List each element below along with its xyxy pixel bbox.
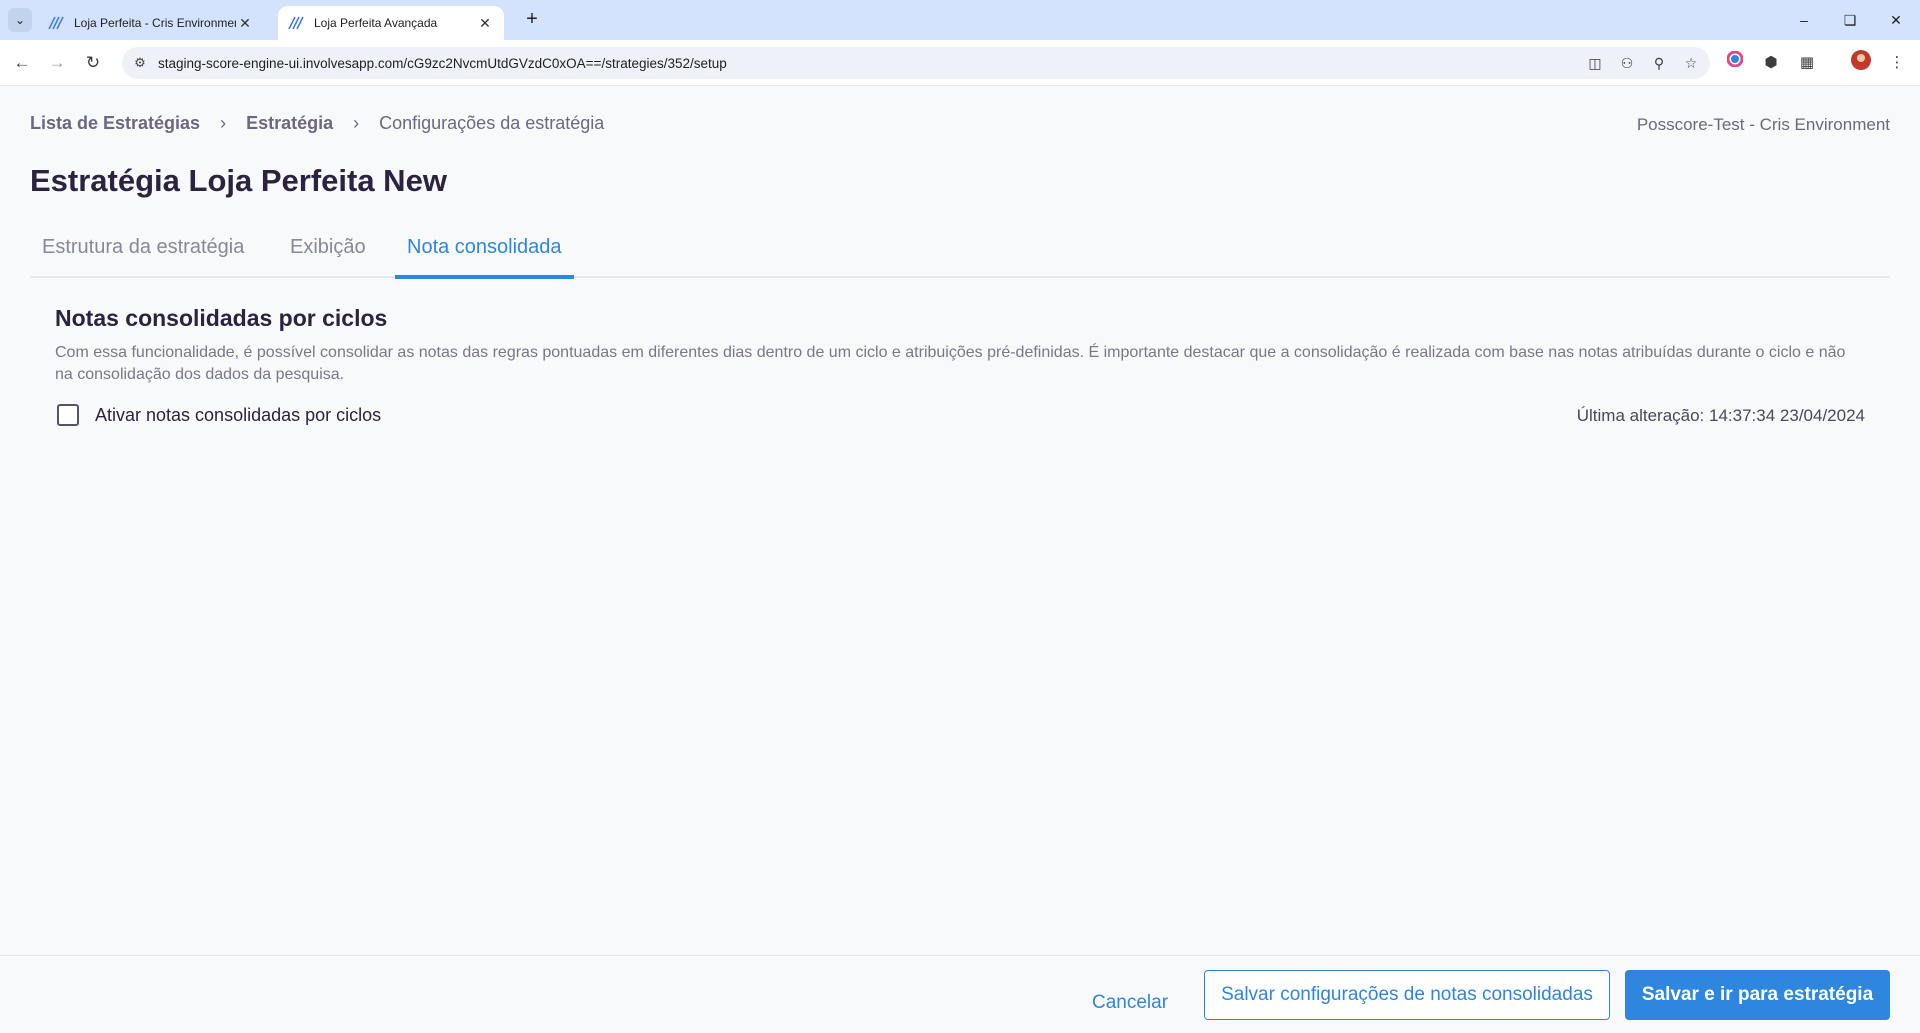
tab-list-chevron-icon[interactable]: ⌄: [8, 8, 32, 32]
strategy-tabs: Estrutura da estratégia Exibição Nota co…: [30, 232, 1890, 279]
close-icon[interactable]: ✕: [236, 15, 254, 32]
tab-nota-consolidada[interactable]: Nota consolidada: [395, 232, 574, 279]
restore-icon[interactable]: ❏: [1828, 6, 1872, 34]
chevron-right-icon: ›: [353, 113, 360, 133]
browser-tab-inactive[interactable]: Loja Perfeita - Cris Environmen ✕: [38, 6, 264, 40]
page-title: Estratégia Loja Perfeita New: [30, 163, 447, 198]
tab-estrutura[interactable]: Estrutura da estratégia: [30, 232, 256, 278]
shield-extension-icon[interactable]: ⬢: [1758, 50, 1784, 76]
last-change-timestamp: Última alteração: 14:37:34 23/04/2024: [1576, 406, 1865, 425]
install-app-icon[interactable]: ◫: [1584, 51, 1606, 75]
browser-tab-bar: ⌄ Loja Perfeita - Cris Environmen ✕ Loja…: [0, 0, 1920, 40]
window-close-icon[interactable]: ✕: [1874, 6, 1918, 34]
translate-icon[interactable]: ⚇: [1616, 51, 1638, 75]
reload-icon[interactable]: ↻: [80, 50, 106, 76]
zoom-icon[interactable]: ⚲: [1648, 51, 1670, 75]
url-text[interactable]: staging-score-engine-ui.involvesapp.com/…: [158, 56, 727, 71]
checkbox-label[interactable]: Ativar notas consolidadas por ciclos: [95, 405, 381, 426]
forward-arrow-icon[interactable]: →: [44, 50, 70, 76]
environment-label: Posscore-Test - Cris Environment: [1636, 115, 1890, 134]
tab-exibicao[interactable]: Exibição: [278, 232, 378, 278]
breadcrumb-current: Configurações da estratégia: [379, 113, 605, 133]
minimize-icon[interactable]: –: [1782, 6, 1826, 34]
back-arrow-icon[interactable]: ←: [9, 50, 35, 76]
chevron-right-icon: ›: [220, 113, 227, 133]
profile-avatar[interactable]: [1848, 50, 1874, 76]
site-settings-icon[interactable]: ⚙: [122, 55, 158, 71]
tab-title: Loja Perfeita - Cris Environmen: [74, 16, 236, 30]
browser-tab-active[interactable]: Loja Perfeita Avançada ✕: [278, 6, 504, 40]
section-title: Notas consolidadas por ciclos: [55, 305, 388, 331]
tab-title: Loja Perfeita Avançada: [314, 16, 438, 30]
save-consolidated-settings-button[interactable]: Salvar configurações de notas consolidad…: [1204, 970, 1610, 1020]
cancel-button[interactable]: Cancelar: [1092, 978, 1168, 1028]
breadcrumb-strategy[interactable]: Estratégia: [246, 113, 333, 134]
breadcrumb: Lista de Estratégias › Estratégia › Conf…: [30, 113, 604, 134]
section-description: Com essa funcionalidade, é possível cons…: [55, 344, 1846, 383]
consolidated-notes-checkbox[interactable]: [57, 404, 79, 426]
browser-toolbar: ← → ↻ ⚙ staging-score-engine-ui.involves…: [0, 40, 1920, 86]
breadcrumb-strategy-list[interactable]: Lista de Estratégias: [30, 113, 200, 134]
consolidated-notes-toggle-row[interactable]: Ativar notas consolidadas por ciclos: [57, 404, 381, 426]
color-extension-icon[interactable]: [1722, 50, 1748, 76]
close-icon[interactable]: ✕: [476, 15, 494, 32]
site-favicon-icon: [48, 16, 64, 30]
save-and-go-to-strategy-button[interactable]: Salvar e ir para estratégia: [1625, 970, 1890, 1020]
extensions-puzzle-icon[interactable]: ▦: [1794, 50, 1820, 76]
site-favicon-icon: [288, 16, 304, 30]
address-bar[interactable]: ⚙ staging-score-engine-ui.involvesapp.co…: [122, 47, 1710, 79]
bookmark-star-icon[interactable]: ☆: [1680, 51, 1702, 75]
new-tab-plus-icon[interactable]: +: [520, 8, 544, 32]
browser-menu-icon[interactable]: ⋮: [1884, 50, 1910, 76]
footer-actions: Cancelar Salvar configurações de notas c…: [0, 955, 1920, 1033]
